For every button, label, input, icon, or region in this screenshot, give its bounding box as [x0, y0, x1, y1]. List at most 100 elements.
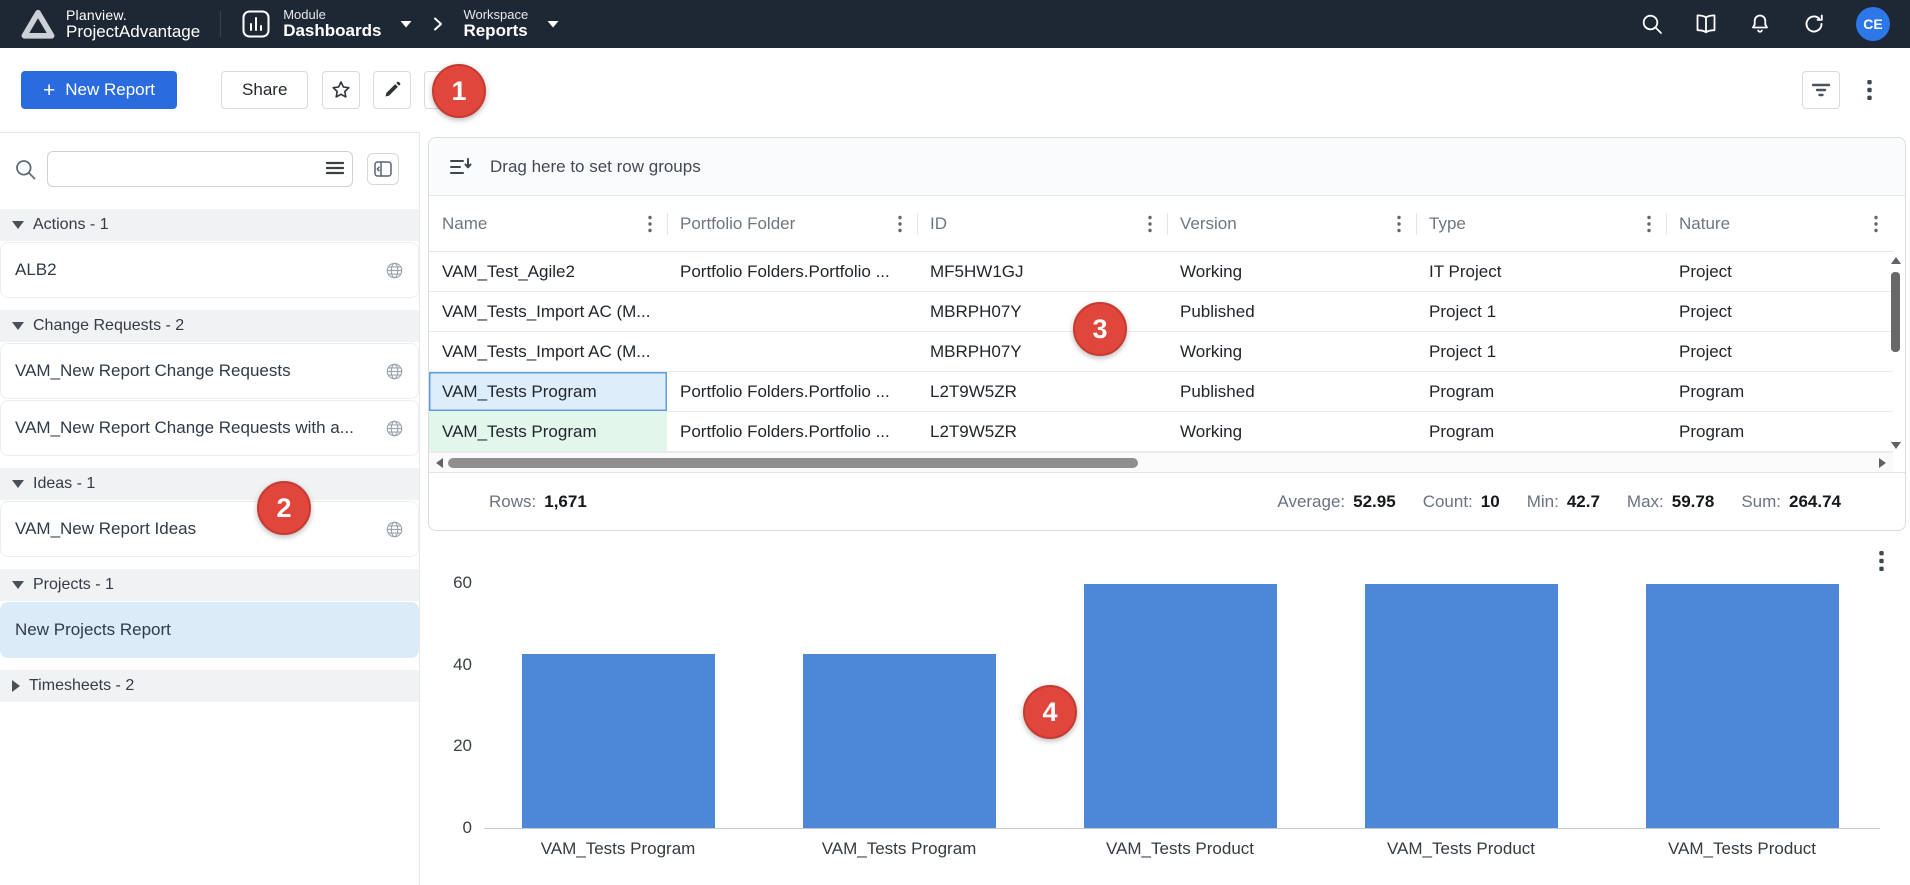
- chart-bar[interactable]: [522, 654, 715, 828]
- workspace-value: Reports: [463, 22, 528, 40]
- menu-icon[interactable]: [326, 161, 344, 175]
- chart-kebab-menu[interactable]: [1879, 550, 1884, 572]
- notifications-button[interactable]: [1740, 4, 1780, 44]
- grid-row[interactable]: VAM_Tests_Import AC (M...MBRPH07YWorking…: [429, 332, 1893, 372]
- cell: Portfolio Folders.Portfolio ...: [667, 372, 917, 411]
- cell: Project 1: [1416, 332, 1666, 371]
- column-menu-icon[interactable]: [648, 215, 652, 233]
- report-name: ALB2: [15, 260, 57, 280]
- row-group-dropzone[interactable]: Drag here to set row groups: [429, 138, 1905, 196]
- column-menu-icon[interactable]: [1874, 215, 1878, 233]
- column-menu-icon[interactable]: [1397, 215, 1401, 233]
- column-header-id[interactable]: ID: [917, 196, 1167, 251]
- toolbar-kebab-menu[interactable]: [1856, 71, 1882, 109]
- triangle-down-icon: [12, 480, 24, 488]
- vertical-scrollbar[interactable]: [1890, 254, 1903, 452]
- favorite-button[interactable]: [322, 71, 360, 109]
- column-header-name[interactable]: Name: [429, 196, 667, 251]
- sidebar-search-input[interactable]: [47, 151, 353, 187]
- y-axis-tick-label: 60: [428, 573, 472, 593]
- refresh-button[interactable]: [1794, 4, 1834, 44]
- scroll-right-icon[interactable]: [1879, 458, 1886, 468]
- column-header-nature[interactable]: Nature: [1666, 196, 1893, 251]
- chart-bar[interactable]: [1646, 584, 1839, 828]
- sidebar-item[interactable]: VAM_New Report Change Requests: [0, 343, 419, 399]
- aggregate-label: Count:: [1423, 492, 1473, 511]
- cell: IT Project: [1416, 252, 1666, 291]
- triangle-down-icon: [12, 322, 24, 330]
- chevron-down-icon: [546, 19, 560, 29]
- column-label: Portfolio Folder: [680, 214, 795, 234]
- kebab-icon: [1867, 79, 1872, 101]
- x-axis-category-label: VAM_Tests Program: [759, 839, 1039, 859]
- globe-icon: [385, 419, 404, 438]
- scroll-left-icon[interactable]: [436, 458, 443, 468]
- section-label: Projects - 1: [33, 576, 114, 594]
- horizontal-scroll-thumb[interactable]: [448, 458, 1138, 468]
- sidebar-item[interactable]: VAM_New Report Change Requests with a...: [0, 400, 419, 456]
- sidebar-section-actions-1[interactable]: Actions - 1: [0, 209, 419, 241]
- sidebar-section-change-requests-2[interactable]: Change Requests - 2: [0, 310, 419, 342]
- cell: VAM_Tests Program: [429, 372, 667, 411]
- column-menu-icon[interactable]: [898, 215, 902, 233]
- sidebar-section-timesheets-2[interactable]: Timesheets - 2: [0, 670, 419, 702]
- column-menu-icon[interactable]: [1647, 215, 1651, 233]
- module-selector[interactable]: Module Dashboards: [241, 8, 413, 40]
- edit-button[interactable]: [373, 71, 411, 109]
- section-label: Timesheets - 2: [29, 677, 134, 695]
- brand-name: Planview.: [66, 8, 200, 23]
- aggregate-max: Max:59.78: [1627, 492, 1714, 511]
- aggregate-value: 52.95: [1353, 492, 1396, 511]
- search-button[interactable]: [1632, 4, 1672, 44]
- sidebar-item[interactable]: VAM_New Report Ideas: [0, 501, 419, 557]
- chart-plot: 0204060VAM_Tests ProgramVAM_Tests Progra…: [428, 536, 1906, 885]
- share-button[interactable]: Share: [221, 71, 308, 109]
- scroll-up-icon[interactable]: [1891, 257, 1901, 264]
- grid-filter-button[interactable]: [1802, 71, 1840, 109]
- sidebar-item[interactable]: New Projects Report: [0, 602, 419, 658]
- grid-row[interactable]: VAM_Tests ProgramPortfolio Folders.Portf…: [429, 412, 1893, 452]
- column-menu-icon[interactable]: [1148, 215, 1152, 233]
- grid-row[interactable]: VAM_Tests_Import AC (M...MBRPH07YPublish…: [429, 292, 1893, 332]
- aggregate-value: 59.78: [1672, 492, 1715, 511]
- help-docs-button[interactable]: [1686, 4, 1726, 44]
- sidebar-item[interactable]: ALB2: [0, 242, 419, 298]
- sidebar-section-projects-1[interactable]: Projects - 1: [0, 569, 419, 601]
- chart-bar[interactable]: [803, 654, 996, 828]
- triangle-right-icon: [12, 680, 20, 692]
- sidebar-section-ideas-1[interactable]: Ideas - 1: [0, 468, 419, 500]
- cell: Portfolio Folders.Portfolio ...: [667, 252, 917, 291]
- chart-bar[interactable]: [1365, 584, 1558, 828]
- search-icon: [1640, 12, 1664, 36]
- scroll-down-icon[interactable]: [1891, 442, 1901, 449]
- app-navbar: Planview. ProjectAdvantage Module Dashbo…: [0, 0, 1910, 48]
- navbar-divider: [220, 11, 221, 37]
- column-header-portfolio-folder[interactable]: Portfolio Folder: [667, 196, 917, 251]
- workspace-selector[interactable]: Workspace Reports: [463, 8, 560, 40]
- vertical-scroll-thumb[interactable]: [1891, 272, 1900, 352]
- cell: L2T9W5ZR: [917, 412, 1167, 451]
- cell: VAM_Tests_Import AC (M...: [429, 292, 667, 331]
- column-header-type[interactable]: Type: [1416, 196, 1666, 251]
- grid-row[interactable]: VAM_Tests ProgramPortfolio Folders.Portf…: [429, 372, 1893, 412]
- y-axis-tick-label: 40: [428, 655, 472, 675]
- cell: [667, 292, 917, 331]
- y-axis-tick-label: 20: [428, 736, 472, 756]
- column-label: Name: [442, 214, 487, 234]
- aggregate-average: Average:52.95: [1277, 492, 1395, 511]
- collapse-panel-button[interactable]: [367, 153, 399, 185]
- cell: Working: [1167, 332, 1416, 371]
- grid-row[interactable]: VAM_Test_Agile2Portfolio Folders.Portfol…: [429, 252, 1893, 292]
- column-header-version[interactable]: Version: [1167, 196, 1416, 251]
- column-label: Version: [1180, 214, 1237, 234]
- cell: MF5HW1GJ: [917, 252, 1167, 291]
- user-avatar[interactable]: CE: [1856, 7, 1890, 41]
- x-axis-category-label: VAM_Tests Product: [1321, 839, 1601, 859]
- new-report-label: New Report: [65, 80, 155, 100]
- chart-bar[interactable]: [1084, 584, 1277, 828]
- horizontal-scrollbar[interactable]: [429, 452, 1893, 472]
- workspace-label: Workspace: [463, 8, 528, 22]
- new-report-button[interactable]: + New Report: [21, 71, 177, 109]
- cell: Program: [1416, 372, 1666, 411]
- aggregate-value: 264.74: [1789, 492, 1841, 511]
